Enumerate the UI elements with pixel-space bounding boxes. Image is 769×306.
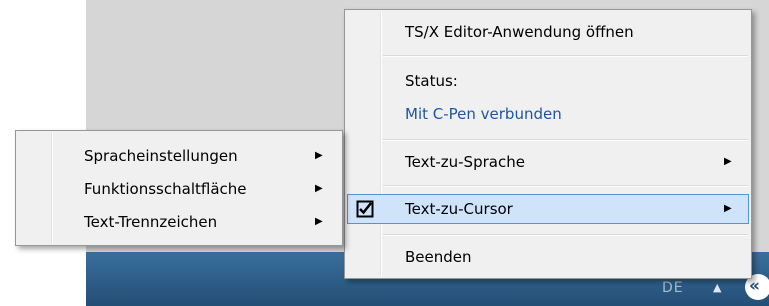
menu-item-status: Status: — [347, 66, 749, 96]
menu-item-label: Status: — [405, 72, 458, 90]
submenu-arrow-icon: ▶ — [315, 150, 323, 161]
submenu-item-language-settings[interactable]: Spracheinstellungen ▶ — [18, 141, 340, 171]
language-indicator[interactable]: DE — [662, 280, 684, 296]
settings-submenu: Spracheinstellungen ▶ Funktionsschaltflä… — [15, 130, 343, 246]
submenu-arrow-icon: ▶ — [724, 203, 732, 214]
menu-item-label: Text-zu-Cursor — [405, 200, 513, 218]
submenu-item-function-button[interactable]: Funktionsschaltfläche ▶ — [18, 174, 340, 204]
menu-item-connection-status: Mit C-Pen verbunden — [347, 99, 749, 129]
menu-item-label: Spracheinstellungen — [84, 147, 238, 165]
menu-item-exit[interactable]: Beenden — [347, 242, 749, 272]
submenu-item-text-delimiter[interactable]: Text-Trennzeichen ▶ — [18, 207, 340, 237]
checkbox-checked-icon[interactable] — [356, 200, 374, 218]
submenu-arrow-icon: ▶ — [315, 183, 323, 194]
menu-item-label: TS/X Editor-Anwendung öffnen — [405, 23, 634, 41]
menu-separator — [383, 55, 748, 57]
menu-gutter — [380, 12, 382, 276]
menu-item-open-editor[interactable]: TS/X Editor-Anwendung öffnen — [347, 17, 749, 47]
menu-item-label: Text-Trennzeichen — [84, 213, 218, 231]
menu-item-text-to-cursor[interactable]: Text-zu-Cursor ▶ — [347, 194, 749, 224]
main-context-menu: TS/X Editor-Anwendung öffnen Status: Mit… — [344, 9, 752, 279]
menu-item-text-to-speech[interactable]: Text-zu-Sprache ▶ — [347, 147, 749, 177]
menu-item-label: Beenden — [405, 248, 472, 266]
menu-item-label: Funktionsschaltfläche — [84, 180, 247, 198]
chevron-up-icon[interactable]: ▲ — [713, 281, 721, 294]
menu-item-label: Mit C-Pen verbunden — [405, 105, 562, 123]
menu-separator — [383, 234, 748, 236]
menu-item-label: Text-zu-Sprache — [405, 153, 525, 171]
menu-separator — [383, 139, 748, 141]
menu-separator — [383, 185, 748, 187]
submenu-arrow-icon: ▶ — [724, 156, 732, 167]
submenu-arrow-icon: ▶ — [315, 216, 323, 227]
